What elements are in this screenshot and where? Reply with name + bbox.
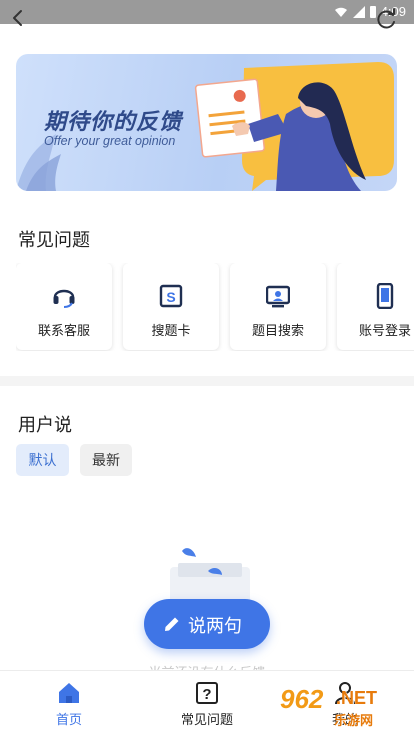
- home-icon: [59, 683, 79, 703]
- headset-icon: [53, 289, 75, 308]
- phone-icon: [376, 283, 394, 309]
- watermark-site: 乐游网: [334, 713, 374, 728]
- back-arrow-icon[interactable]: [6, 6, 30, 30]
- refresh-icon[interactable]: [372, 6, 400, 34]
- user-says-title: 用户说: [18, 415, 72, 435]
- faq-card-question-search[interactable]: 题目搜索: [230, 263, 326, 350]
- svg-text:?: ?: [202, 686, 211, 703]
- svg-text:S: S: [166, 289, 175, 305]
- faq-card-label: 联系客服: [37, 323, 90, 338]
- screen-search-icon: [266, 285, 290, 308]
- banner-subtitle: Offer your great opinion: [44, 134, 176, 148]
- faq-card-label: 搜题卡: [151, 323, 191, 338]
- faq-section-title: 常见问题: [18, 230, 90, 250]
- watermark-number: 962: [280, 684, 324, 714]
- tab-faq[interactable]: ? 常见问题: [138, 671, 276, 736]
- search-card-icon: S: [159, 284, 183, 308]
- tab-label: 首页: [55, 712, 82, 727]
- faq-card-search-card[interactable]: S 搜题卡: [123, 263, 219, 350]
- banner-title: 期待你的反馈: [44, 109, 183, 134]
- filter-chip-default[interactable]: 默认: [16, 444, 69, 476]
- comment-button[interactable]: 说两句: [144, 599, 270, 649]
- faq-card-label: 账号登录: [358, 323, 411, 338]
- filter-chip-latest[interactable]: 最新: [80, 444, 132, 476]
- tab-home[interactable]: 首页: [0, 671, 138, 736]
- faq-card-account-login[interactable]: 账号登录: [337, 263, 414, 350]
- faq-card-label: 题目搜索: [251, 323, 304, 338]
- comment-button-label: 说两句: [188, 616, 242, 636]
- pencil-icon: [165, 617, 179, 631]
- question-icon: ?: [196, 682, 218, 704]
- faq-card-contact-service[interactable]: 联系客服: [16, 263, 112, 350]
- top-bar: [0, 0, 414, 42]
- watermark-net: .NET: [336, 688, 378, 708]
- faq-shortcuts: 联系客服 S 搜题卡 题目搜索 账号登录: [16, 263, 414, 351]
- section-divider: [0, 376, 414, 386]
- feedback-banner[interactable]: 期待你的反馈 Offer your great opinion: [16, 54, 397, 191]
- site-watermark: 962 .NET 乐游网: [276, 684, 414, 732]
- tab-label: 常见问题: [180, 712, 233, 727]
